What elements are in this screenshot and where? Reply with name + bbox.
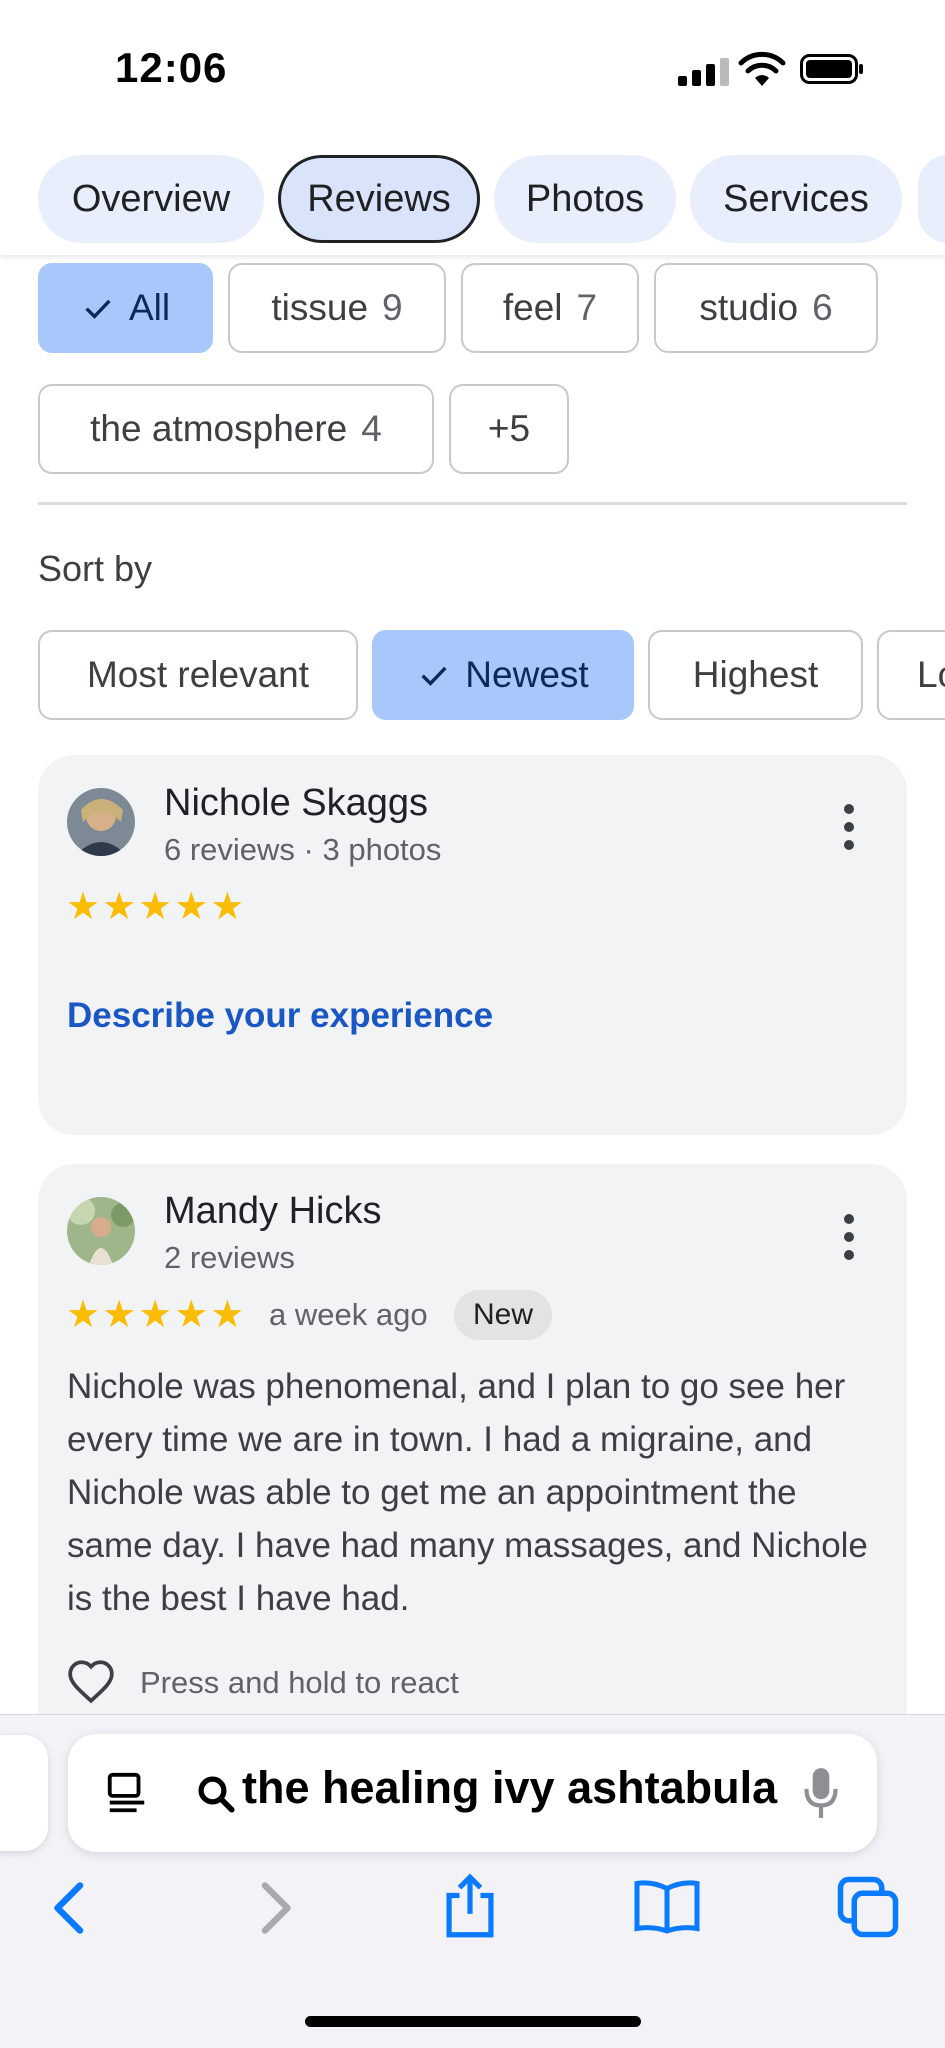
share-icon[interactable] <box>438 1872 502 1940</box>
sort-by-label: Sort by <box>38 548 153 589</box>
search-icon <box>198 1776 235 1813</box>
star-rating: ★★★★★ <box>66 884 246 928</box>
star-icon: ★ <box>138 886 175 928</box>
divider <box>38 502 907 505</box>
star-rating: ★★★★★ <box>66 1292 246 1336</box>
topic-chip-label: +5 <box>487 408 531 449</box>
place-tabs: Overview Reviews Photos Services <box>0 140 945 255</box>
review-text: Nichole was phenomenal, and I plan to go… <box>67 1367 868 1618</box>
check-icon <box>421 666 447 686</box>
status-time: 12:06 <box>115 44 228 91</box>
tab-overview[interactable]: Overview <box>38 155 264 243</box>
home-indicator <box>305 2016 641 2027</box>
check-icon <box>85 299 111 319</box>
avatar[interactable] <box>67 1197 135 1265</box>
describe-experience-link[interactable]: Describe your experience <box>67 996 493 1036</box>
topic-chip-all[interactable]: All <box>38 263 213 353</box>
forward-icon[interactable] <box>245 1878 305 1938</box>
star-icon: ★ <box>210 886 247 928</box>
topic-chip-the-atmosphere[interactable]: the atmosphere 4 <box>38 384 434 474</box>
topic-chip-count: 9 <box>382 287 403 328</box>
reviewer-meta: 6 reviews · 3 photos <box>164 832 442 867</box>
star-icon: ★ <box>210 1294 247 1336</box>
sort-most-relevant[interactable]: Most relevant <box>38 630 358 720</box>
topic-chip-label: the atmosphere <box>90 408 348 449</box>
star-icon: ★ <box>174 1294 211 1336</box>
tab-services[interactable]: Services <box>690 155 902 243</box>
star-icon: ★ <box>174 886 211 928</box>
star-icon: ★ <box>102 886 139 928</box>
star-icon: ★ <box>66 1294 103 1336</box>
reviewer-meta: 2 reviews <box>164 1240 295 1275</box>
wifi-icon <box>738 51 786 86</box>
reviewer-name[interactable]: Nichole Skaggs <box>164 782 428 825</box>
star-icon: ★ <box>66 886 103 928</box>
sort-label: Lo <box>917 654 945 695</box>
sort-label: Highest <box>692 654 819 695</box>
cellular-signal-icon <box>678 58 730 86</box>
star-icon: ★ <box>102 1294 139 1336</box>
topic-chip-label: feel <box>502 287 563 328</box>
more-options-icon[interactable] <box>839 1212 859 1262</box>
topic-chip-more[interactable]: +5 <box>449 384 569 474</box>
topic-chip-studio[interactable]: studio 6 <box>654 263 878 353</box>
bookmarks-icon[interactable] <box>632 1876 702 1936</box>
tab-photos[interactable]: Photos <box>494 155 676 243</box>
tab-reviews[interactable]: Reviews <box>278 155 480 243</box>
reader-icon[interactable] <box>104 1770 150 1816</box>
tabs-icon[interactable] <box>835 1874 901 1940</box>
new-badge: New <box>454 1290 553 1340</box>
topic-chip-count: 6 <box>812 287 833 328</box>
topic-chip-feel[interactable]: feel 7 <box>461 263 639 353</box>
react-hint: Press and hold to react <box>140 1665 459 1700</box>
avatar[interactable] <box>67 788 135 856</box>
sort-highest[interactable]: Highest <box>648 630 863 720</box>
battery-icon <box>800 54 863 84</box>
topic-chip-label: All <box>128 287 171 328</box>
sort-label: Most relevant <box>86 654 310 695</box>
topic-chip-label: tissue <box>271 287 369 328</box>
sort-lowest-partial[interactable]: Lo <box>877 630 945 720</box>
heart-icon[interactable] <box>66 1658 116 1704</box>
sort-label: Newest <box>465 654 589 695</box>
review-date: a week ago <box>269 1297 428 1332</box>
star-icon: ★ <box>138 1294 175 1336</box>
tab-more-partial[interactable] <box>918 155 945 243</box>
topic-chip-count: 4 <box>361 408 382 449</box>
more-options-icon[interactable] <box>839 802 859 852</box>
topic-chip-label: studio <box>699 287 799 328</box>
address-text[interactable]: the healing ivy ashtabula <box>242 1762 832 1814</box>
topic-chip-tissue[interactable]: tissue 9 <box>228 263 446 353</box>
back-icon[interactable] <box>40 1878 100 1938</box>
topic-chip-count: 7 <box>576 287 598 328</box>
microphone-icon[interactable] <box>799 1766 843 1820</box>
previous-tab-preview[interactable] <box>0 1735 48 1851</box>
reviewer-name[interactable]: Mandy Hicks <box>164 1190 382 1233</box>
sort-newest[interactable]: Newest <box>372 630 634 720</box>
status-bar: 12:06 <box>0 0 945 140</box>
